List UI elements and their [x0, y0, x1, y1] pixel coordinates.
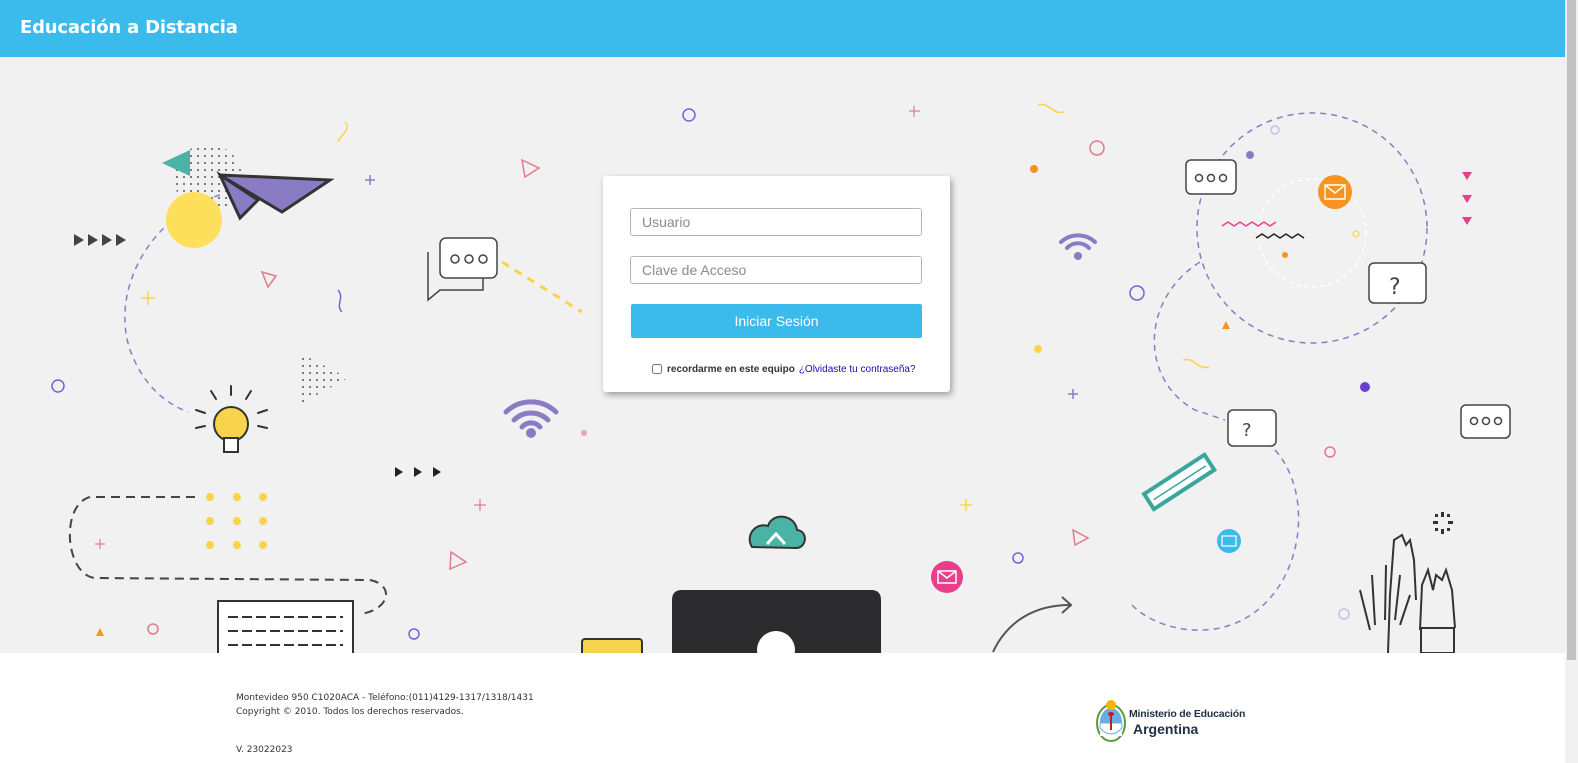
footer-address: Montevideo 950 C1020ACA - Teléfono:(011)… — [236, 693, 534, 703]
svg-text:?: ? — [1389, 275, 1401, 300]
top-bar: Educación a Distancia — [0, 0, 1565, 57]
ministry-name: Ministerio de Educación — [1129, 708, 1246, 720]
svg-text:?: ? — [1242, 420, 1252, 441]
login-card: Iniciar Sesión recordarme en este equipo… — [603, 176, 950, 392]
remember-checkbox[interactable] — [652, 364, 662, 374]
remember-row: recordarme en este equipo ¿Olvidaste tu … — [652, 362, 916, 376]
scrollbar-thumb[interactable] — [1567, 0, 1576, 660]
footer: Montevideo 950 C1020ACA - Teléfono:(011)… — [0, 653, 1565, 763]
hero-illustration-area: ? ? Usuario Iniciar Sesión recordarme en… — [0, 57, 1565, 653]
coat-of-arms-icon — [1096, 700, 1126, 742]
forgot-password-link[interactable]: ¿Olvidaste tu contraseña? — [799, 364, 916, 375]
username-input[interactable] — [630, 208, 922, 236]
footer-version: V. 23022023 — [236, 745, 293, 755]
remember-label: recordarme en este equipo — [667, 363, 795, 375]
footer-copyright: Copyright © 2010. Todos los derechos res… — [236, 707, 464, 717]
app-title: Educación a Distancia — [20, 17, 238, 38]
ministry-country: Argentina — [1133, 721, 1199, 737]
ministry-logo: Ministerio de Educación Argentina — [1095, 696, 1265, 746]
login-button[interactable]: Iniciar Sesión — [631, 304, 922, 338]
password-input[interactable] — [630, 256, 922, 284]
